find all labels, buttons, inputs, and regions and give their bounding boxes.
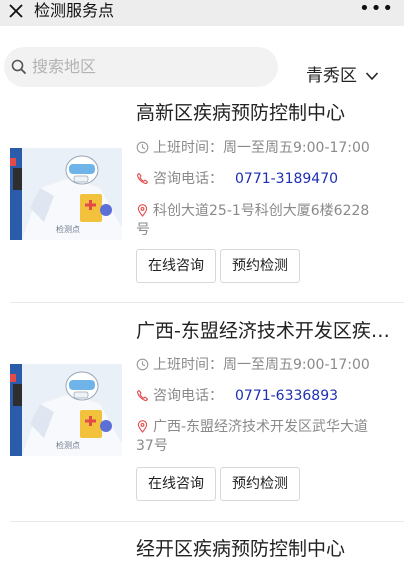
phone-label: 咨询电话：: [153, 388, 223, 404]
center-address: 科创大道25-1号科创大厦6楼6228 号: [136, 202, 396, 240]
divider: [10, 521, 404, 522]
center-phone: 咨询电话： 0771-6336893: [136, 387, 396, 406]
online-consult-button[interactable]: 在线咨询: [136, 467, 216, 501]
region-selected-label: 青秀区: [306, 66, 357, 86]
location-pin-icon: [137, 204, 148, 217]
more-menu-button[interactable]: •••: [359, 0, 394, 18]
center-thumbnail: 检测点: [10, 364, 122, 456]
close-icon[interactable]: [6, 1, 26, 21]
clock-icon: [136, 358, 149, 371]
search-input[interactable]: 搜索地区: [4, 47, 278, 87]
book-test-button[interactable]: 预约检测: [220, 467, 300, 501]
phone-label: 咨询电话：: [153, 171, 223, 187]
online-consult-button[interactable]: 在线咨询: [136, 249, 216, 283]
center-name[interactable]: 经开区疾病预防控制中心: [136, 536, 394, 562]
center-phone: 咨询电话： 0771-3189470: [136, 170, 396, 189]
center-hours: 上班时间：周一至周五9:00-17:00: [136, 139, 396, 158]
chevron-down-icon: [365, 72, 379, 81]
location-pin-icon: [137, 420, 148, 433]
address-line-2: 37号: [136, 438, 168, 454]
phone-icon: [136, 172, 149, 185]
search-placeholder: 搜索地区: [32, 57, 97, 76]
phone-number-link[interactable]: 0771-6336893: [235, 388, 338, 404]
address-line-1: 广西-东盟经济技术开发区武华大道: [153, 419, 369, 435]
page-title: 检测服务点: [34, 1, 115, 20]
thumbnail-caption: 检测点: [56, 440, 80, 450]
center-name[interactable]: 高新区疾病预防控制中心: [136, 100, 394, 126]
center-hours: 上班时间：周一至周五9:00-17:00: [136, 356, 396, 375]
top-bar: 检测服务点 •••: [0, 0, 404, 26]
medical-worker-illustration: 检测点: [10, 364, 122, 456]
address-line-1: 科创大道25-1号科创大厦6楼6228: [153, 203, 370, 219]
phone-icon: [136, 389, 149, 402]
region-selector[interactable]: 青秀区: [306, 64, 379, 88]
center-address: 广西-东盟经济技术开发区武华大道 37号: [136, 418, 396, 456]
book-test-button[interactable]: 预约检测: [220, 249, 300, 283]
hours-text: 上班时间：周一至周五9:00-17:00: [153, 140, 370, 156]
clock-icon: [136, 141, 149, 154]
medical-worker-illustration: 检测点: [10, 148, 122, 240]
thumbnail-caption: 检测点: [56, 224, 80, 234]
address-line-2: 号: [136, 222, 150, 238]
divider: [10, 302, 404, 303]
phone-number-link[interactable]: 0771-3189470: [235, 171, 338, 187]
search-icon: [11, 59, 27, 75]
center-thumbnail: 检测点: [10, 148, 122, 240]
hours-text: 上班时间：周一至周五9:00-17:00: [153, 357, 370, 373]
center-name[interactable]: 广西-东盟经济技术开发区疾病预防控制中心: [136, 318, 394, 344]
